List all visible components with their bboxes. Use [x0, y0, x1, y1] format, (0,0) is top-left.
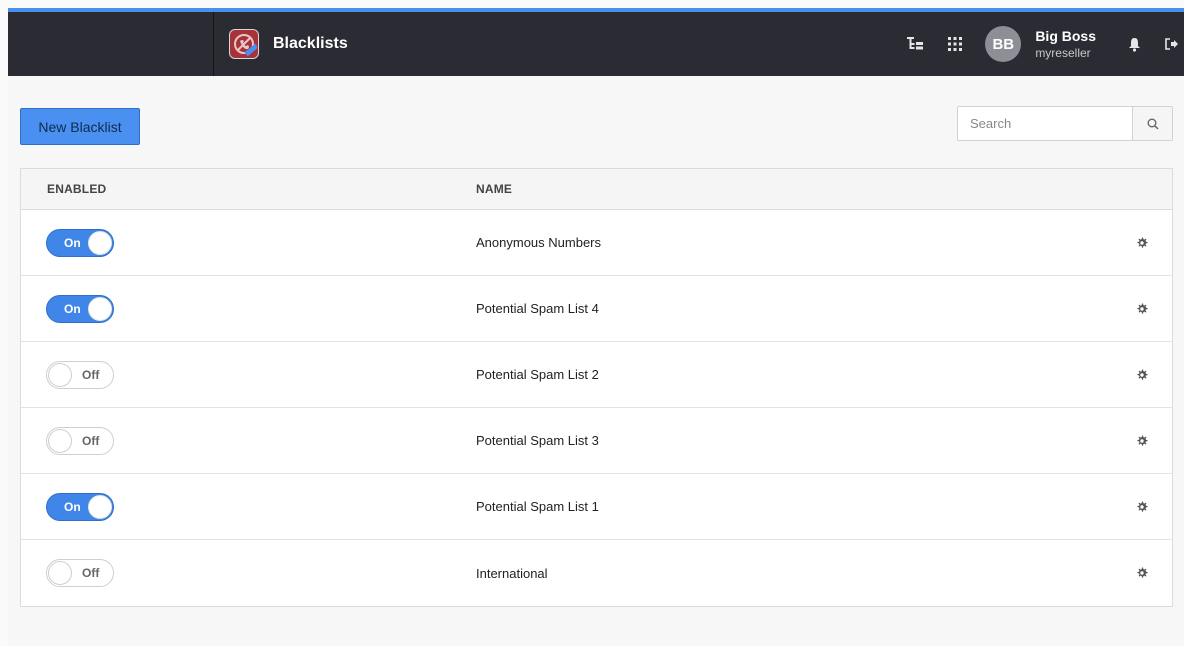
column-header-enabled[interactable]: ENABLED: [21, 182, 476, 196]
toggle-label: Off: [82, 367, 100, 382]
gear-icon[interactable]: [1112, 369, 1172, 381]
table-body: On Anonymous Numbers On Potential Spam List…: [21, 210, 1172, 606]
enabled-cell: Off: [21, 360, 476, 389]
gear-icon[interactable]: [1112, 303, 1172, 315]
search-box: [957, 106, 1173, 141]
blacklist-name: Potential Spam List 2: [476, 367, 599, 382]
user-menu[interactable]: Big Boss myreseller: [1035, 28, 1096, 61]
blocked-phone-icon: [229, 29, 259, 59]
toggle-label: On: [64, 499, 81, 514]
table-row: Off Potential Spam List 2: [21, 342, 1172, 408]
sidebar-slot: [8, 12, 214, 76]
gear-icon[interactable]: [1112, 501, 1172, 513]
table-row: On Potential Spam List 4: [21, 276, 1172, 342]
blacklist-name: Potential Spam List 1: [476, 499, 599, 514]
enabled-toggle[interactable]: On: [46, 492, 114, 521]
toggle-label: Off: [82, 433, 100, 448]
enabled-toggle[interactable]: On: [46, 294, 114, 323]
top-navbar: Blacklists BB Big Boss myreseller: [8, 12, 1184, 76]
toggle-label: On: [64, 301, 81, 316]
enabled-cell: On: [21, 294, 476, 323]
toggle-knob: [48, 362, 72, 387]
table-row: Off Potential Spam List 3: [21, 408, 1172, 474]
enabled-cell: On: [21, 228, 476, 257]
new-blacklist-button[interactable]: New Blacklist: [20, 108, 140, 145]
blacklist-name: International: [476, 565, 548, 581]
gear-icon[interactable]: [1112, 567, 1172, 579]
search-input[interactable]: [958, 107, 1132, 140]
enabled-cell: On: [21, 492, 476, 521]
toggle-knob: [88, 296, 112, 321]
column-header-name[interactable]: NAME: [476, 182, 1172, 196]
toggle-knob: [88, 230, 112, 255]
toggle-label: Off: [82, 566, 100, 580]
enabled-toggle[interactable]: Off: [46, 559, 114, 587]
table-header: ENABLED NAME: [21, 169, 1172, 210]
toggle-knob: [48, 428, 72, 453]
avatar[interactable]: BB: [985, 26, 1022, 62]
enabled-toggle[interactable]: Off: [46, 426, 114, 455]
user-name: Big Boss: [1035, 27, 1096, 44]
toggle-label: On: [64, 235, 81, 250]
navbar-right: BB Big Boss myreseller: [905, 12, 1184, 76]
enabled-cell: Off: [21, 559, 476, 587]
apps-grid-icon[interactable]: [945, 34, 965, 54]
enabled-cell: Off: [21, 426, 476, 455]
gear-icon[interactable]: [1112, 237, 1172, 249]
blacklist-name: Potential Spam List 4: [476, 301, 599, 316]
search-icon: [1147, 118, 1159, 130]
enabled-toggle[interactable]: Off: [46, 360, 114, 389]
blacklists-table: ENABLED NAME On Anonymous Numbers On Potent…: [20, 168, 1173, 607]
logout-icon[interactable]: [1162, 34, 1182, 54]
toggle-knob: [48, 561, 72, 585]
gear-icon[interactable]: [1112, 435, 1172, 447]
table-row: On Anonymous Numbers: [21, 210, 1172, 276]
table-row: On Potential Spam List 1: [21, 474, 1172, 540]
bell-icon[interactable]: [1124, 34, 1144, 54]
enabled-toggle[interactable]: On: [46, 228, 114, 257]
tree-icon[interactable]: [905, 34, 925, 54]
search-button[interactable]: [1132, 107, 1172, 140]
toggle-knob: [88, 494, 112, 519]
page: Blacklists BB Big Boss myreseller New Bl…: [8, 8, 1184, 646]
page-title: Blacklists: [273, 35, 348, 52]
blacklist-name: Anonymous Numbers: [476, 235, 601, 250]
user-account: myreseller: [1035, 45, 1091, 60]
table-row: Off International: [21, 540, 1172, 606]
blacklist-name: Potential Spam List 3: [476, 433, 599, 448]
